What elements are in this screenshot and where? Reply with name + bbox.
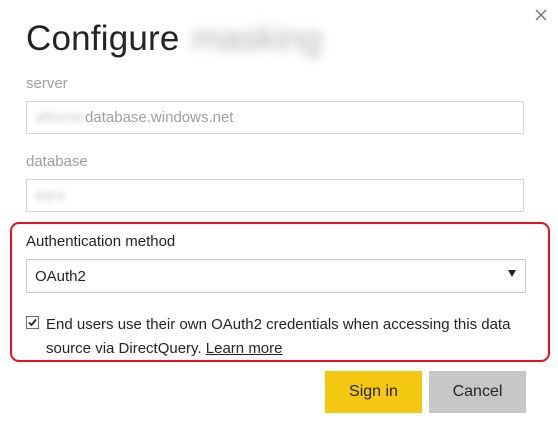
directquery-checkbox[interactable] bbox=[26, 316, 39, 329]
checkmark-icon bbox=[28, 318, 37, 327]
server-value-suffix: database.windows.net bbox=[85, 109, 234, 126]
database-input[interactable]: sqra bbox=[26, 179, 524, 212]
chevron-down-icon bbox=[508, 270, 516, 277]
dialog-title-redacted: masking bbox=[191, 19, 322, 58]
close-button[interactable] bbox=[530, 4, 552, 26]
close-icon bbox=[535, 9, 547, 21]
dialog-title-row: Configure masking bbox=[26, 16, 322, 62]
auth-method-selected: OAuth2 bbox=[35, 267, 86, 285]
directquery-text-block: End users use their own OAuth2 credentia… bbox=[46, 313, 532, 361]
dialog-title: Configure bbox=[26, 19, 180, 58]
sign-in-button[interactable]: Sign in bbox=[325, 371, 422, 413]
server-input[interactable]: athome database.windows.net bbox=[26, 101, 524, 134]
auth-method-label: Authentication method bbox=[26, 233, 176, 250]
configure-dialog: Configure masking server athome database… bbox=[0, 0, 558, 431]
database-value-redacted: sqra bbox=[35, 187, 65, 204]
learn-more-link[interactable]: Learn more bbox=[206, 340, 283, 357]
auth-method-select[interactable]: OAuth2 bbox=[26, 259, 526, 293]
server-label: server bbox=[26, 75, 68, 92]
server-value-redacted: athome bbox=[35, 109, 86, 126]
cancel-button[interactable]: Cancel bbox=[429, 371, 526, 413]
database-label: database bbox=[26, 153, 88, 170]
